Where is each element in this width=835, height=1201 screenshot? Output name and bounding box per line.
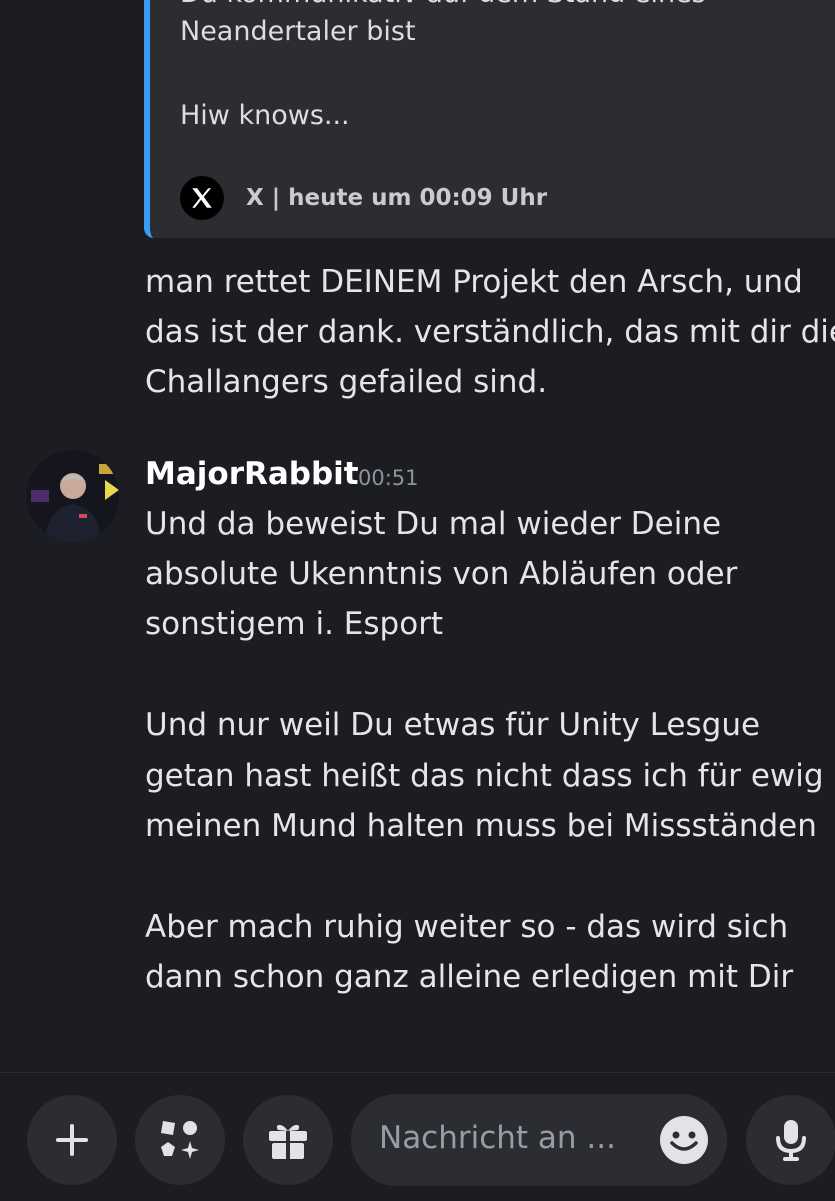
message-text-line: das ist der dank. verständlich, das mit … xyxy=(145,314,835,350)
apps-icon xyxy=(161,1121,199,1159)
message-text-line: Und nur weil Du etwas für Unity Lesgue xyxy=(145,707,761,743)
x-embed-card[interactable]: Du kommunikativ auf dem Stand eines Nean… xyxy=(144,0,835,238)
message-text-line: sonstigem i. Esport xyxy=(145,606,444,642)
embed-text-line: Hiw knows... xyxy=(180,100,350,131)
apps-button[interactable] xyxy=(135,1095,225,1185)
message-text-line: Challangers gefailed sind. xyxy=(145,364,548,400)
embed-text-line: Neandertaler bist xyxy=(180,16,416,47)
microphone-icon xyxy=(776,1120,806,1161)
message-text-line: absolute Ukenntnis von Abläufen oder xyxy=(145,556,738,592)
embed-text-line: Du kommunikativ auf dem Stand eines xyxy=(180,0,706,9)
message-timestamp: 00:51 xyxy=(358,466,419,490)
message-text-line: dann schon ganz alleine erledigen mit Di… xyxy=(145,959,794,995)
message-text-line: Und da beweist Du mal wieder Deine xyxy=(145,506,722,542)
x-logo-icon xyxy=(180,176,224,220)
add-attachment-button[interactable] xyxy=(27,1095,117,1185)
gift-button[interactable] xyxy=(243,1095,333,1185)
avatar[interactable] xyxy=(27,450,119,542)
embed-source: X | heute um 00:09 Uhr xyxy=(246,185,548,211)
message-text-line: getan hast heißt das nicht dass ich für … xyxy=(145,758,824,794)
gift-icon xyxy=(269,1124,307,1159)
voice-message-button[interactable] xyxy=(746,1095,835,1185)
message-composer: Nachricht an ... xyxy=(0,1072,835,1201)
emoji-button[interactable] xyxy=(659,1115,709,1165)
message-text-line: Aber mach ruhig weiter so - das wird sic… xyxy=(145,909,789,945)
emoji-icon xyxy=(660,1116,708,1164)
plus-icon xyxy=(56,1124,88,1156)
message-input[interactable]: Nachricht an ... xyxy=(351,1094,727,1186)
message-input-placeholder: Nachricht an ... xyxy=(379,1120,616,1156)
message-text-line: meinen Mund halten muss bei Missständen xyxy=(145,808,817,844)
message-author[interactable]: MajorRabbit xyxy=(145,456,359,492)
embed-footer: X | heute um 00:09 Uhr xyxy=(180,176,547,220)
message-text-line: man rettet DEINEM Projekt den Arsch, und xyxy=(145,264,803,300)
